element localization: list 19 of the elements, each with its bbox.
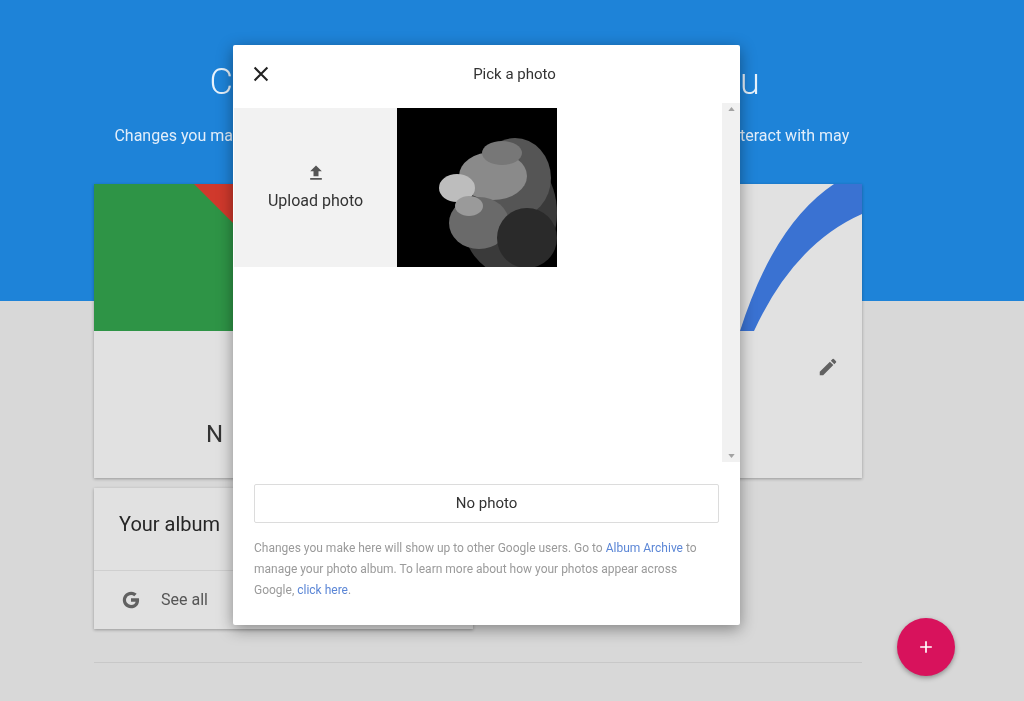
scroll-up-icon[interactable] [727, 107, 735, 111]
scroll-down-icon[interactable] [727, 454, 735, 458]
pencil-icon[interactable] [817, 356, 839, 378]
album-title: Your album [119, 512, 221, 536]
page-heading: C [209, 61, 233, 103]
footer-link[interactable]: click here [297, 583, 348, 597]
google-g-icon [121, 590, 141, 610]
upload-tile[interactable]: Upload photo [234, 108, 397, 267]
dialog-title: Pick a photo [473, 65, 556, 83]
scrollbar[interactable] [722, 103, 740, 462]
footer-link[interactable]: Album Archive [605, 541, 683, 555]
no-photo-button[interactable]: No photo [254, 484, 719, 523]
footer-text: Changes you make here will show up to other Google users. Go to Album Archive to manage your photo album. To learn more about how your photos appear across Google, click here. [254, 540, 698, 599]
page-heading: u [740, 61, 760, 103]
add-button[interactable] [897, 618, 955, 676]
page-subtitle: Changes you ma [114, 126, 233, 145]
profile-name: N [206, 420, 224, 448]
see-all-link[interactable]: See all [161, 588, 208, 612]
page-subtitle: teract with may [740, 126, 850, 145]
